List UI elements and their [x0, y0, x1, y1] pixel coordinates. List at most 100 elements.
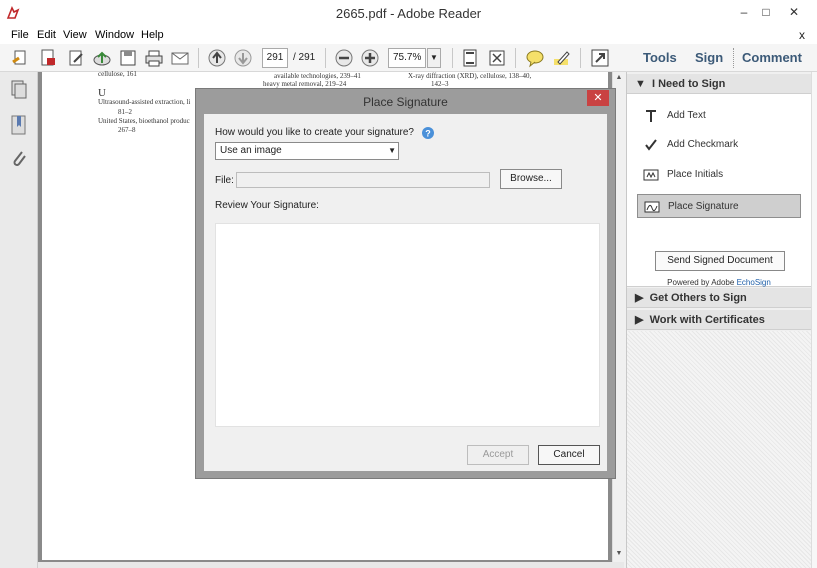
save-icon[interactable] — [118, 48, 138, 68]
zoom-in-icon[interactable] — [360, 48, 380, 68]
section-title: Work with Certificates — [649, 314, 765, 326]
pdf-text-line: available technologies, 239–41 — [274, 72, 361, 80]
signature-preview — [215, 223, 600, 427]
zoom-level-input[interactable]: 75.7% — [388, 48, 426, 68]
text-icon — [646, 110, 656, 122]
page-number-input[interactable]: 291 — [262, 48, 288, 68]
create-icon[interactable] — [10, 48, 30, 68]
add-checkmark-item[interactable]: Add Checkmark — [637, 133, 801, 157]
section-i-need-to-sign[interactable]: ▼ I Need to Sign — [627, 74, 811, 94]
toolbar-divider — [733, 48, 734, 68]
place-initials-item[interactable]: Place Initials — [637, 163, 801, 187]
window-close-button[interactable]: ✕ — [780, 2, 808, 22]
file-label: File: — [215, 175, 234, 186]
help-icon[interactable]: ? — [421, 126, 435, 140]
panel-scrollbar[interactable] — [811, 72, 817, 568]
scroll-down-arrow[interactable]: ▼ — [613, 550, 625, 557]
place-signature-item[interactable]: Place Signature — [637, 194, 801, 218]
signature-method-question: How would you like to create your signat… — [215, 127, 414, 138]
toolbar-divider — [515, 48, 516, 68]
accept-button[interactable]: Accept — [467, 445, 529, 465]
review-signature-label: Review Your Signature: — [215, 200, 319, 211]
comment-pane-button[interactable]: Comment — [742, 50, 802, 65]
toolbar-divider — [325, 48, 326, 68]
zoom-out-icon[interactable] — [334, 48, 354, 68]
zoom-dropdown[interactable]: ▼ — [427, 48, 441, 68]
section-get-others-to-sign[interactable]: ▶ Get Others to Sign — [627, 288, 811, 308]
signature-method-value: Use an image — [220, 145, 282, 156]
pdf-text-line: cellulose, 161 — [98, 70, 137, 78]
page-down-icon[interactable] — [233, 48, 253, 68]
place-signature-dialog: Place Signature ✕ How would you like to … — [195, 88, 616, 479]
signature-icon — [644, 201, 660, 213]
pdf-text-line: 267–8 — [118, 126, 136, 134]
page-total: / 291 — [293, 52, 316, 63]
pdf-text-line: heavy metal removal, 219–24 — [263, 80, 347, 88]
sign-pane-button[interactable]: Sign — [695, 50, 723, 65]
panel-background — [627, 331, 811, 568]
mail-icon[interactable] — [170, 48, 190, 68]
i-need-to-sign-body: Add Text Add Checkmark Place Initials Pl… — [627, 94, 811, 287]
menu-file[interactable]: File — [11, 29, 29, 41]
bookmark-icon[interactable] — [10, 115, 28, 135]
checkmark-icon — [645, 139, 657, 151]
scroll-up-arrow[interactable]: ▲ — [613, 74, 625, 81]
pdf-text-line: Ultrasound-assisted extraction, li — [98, 98, 191, 106]
window-title: 2665.pdf - Adobe Reader — [335, 6, 482, 21]
add-text-label: Add Text — [667, 110, 706, 121]
pages-icon[interactable] — [10, 80, 28, 100]
menu-view[interactable]: View — [63, 29, 87, 41]
toolbar: 291 / 291 75.7% ▼ Tools Sign Comment — [0, 44, 817, 72]
dialog-title: Place Signature — [363, 95, 448, 109]
sign-panel: ▼ I Need to Sign Add Text Add Checkmark … — [626, 72, 817, 568]
tools-pane-button[interactable]: Tools — [643, 50, 677, 65]
powered-by-text: Powered by Adobe EchoSign — [627, 278, 811, 287]
fit-page-icon[interactable] — [460, 48, 480, 68]
expand-icon[interactable] — [590, 48, 610, 68]
file-path-field[interactable] — [236, 172, 490, 188]
pdf-text-line: United States, bioethanol produc — [98, 117, 190, 125]
restore-button[interactable]: □ — [752, 2, 780, 22]
signature-method-select[interactable]: Use an image ▼ — [215, 142, 399, 160]
page-up-icon[interactable] — [207, 48, 227, 68]
fullscreen-icon[interactable] — [487, 48, 507, 68]
section-title: I Need to Sign — [652, 78, 726, 90]
toolbar-divider — [580, 48, 581, 68]
document-close-button[interactable]: x — [799, 28, 805, 42]
initials-icon — [643, 169, 659, 181]
attachment-icon[interactable] — [10, 148, 28, 168]
svg-text:?: ? — [425, 129, 431, 139]
powered-by-label: Powered by Adobe — [667, 278, 735, 287]
menu-help[interactable]: Help — [141, 29, 164, 41]
browse-button[interactable]: Browse... — [500, 169, 562, 189]
highlight-icon[interactable] — [552, 48, 572, 68]
horizontal-scrollbar[interactable] — [38, 562, 624, 568]
menu-bar: File Edit View Window Help x — [0, 28, 817, 44]
dialog-close-button[interactable]: ✕ — [587, 90, 609, 106]
chevron-down-icon: ▼ — [388, 146, 396, 155]
toolbar-divider — [198, 48, 199, 68]
section-work-with-certificates[interactable]: ▶ Work with Certificates — [627, 310, 811, 330]
navigation-pane — [0, 72, 38, 568]
place-signature-label: Place Signature — [668, 201, 739, 212]
add-checkmark-label: Add Checkmark — [667, 139, 739, 150]
print-icon[interactable] — [144, 48, 164, 68]
upload-icon[interactable] — [92, 48, 112, 68]
menu-edit[interactable]: Edit — [37, 29, 56, 41]
section-title: Get Others to Sign — [649, 292, 747, 304]
pdf-text-line: X-ray diffraction (XRD), cellulose, 138–… — [408, 72, 532, 80]
title-bar: 2665.pdf - Adobe Reader – □ ✕ — [0, 0, 817, 28]
pdf-text-line: 81–2 — [118, 108, 132, 116]
send-signed-document-button[interactable]: Send Signed Document — [655, 251, 785, 271]
add-text-item[interactable]: Add Text — [637, 104, 801, 128]
comment-icon[interactable] — [525, 48, 545, 68]
pdf-text-line: 142–3 — [431, 80, 449, 88]
close-icon: ✕ — [593, 92, 603, 104]
menu-window[interactable]: Window — [95, 29, 134, 41]
place-initials-label: Place Initials — [667, 169, 724, 180]
edit-icon[interactable] — [66, 48, 86, 68]
pdf-icon[interactable] — [38, 48, 58, 68]
toolbar-divider — [452, 48, 453, 68]
cancel-button[interactable]: Cancel — [538, 445, 600, 465]
echosign-link[interactable]: EchoSign — [737, 278, 771, 287]
